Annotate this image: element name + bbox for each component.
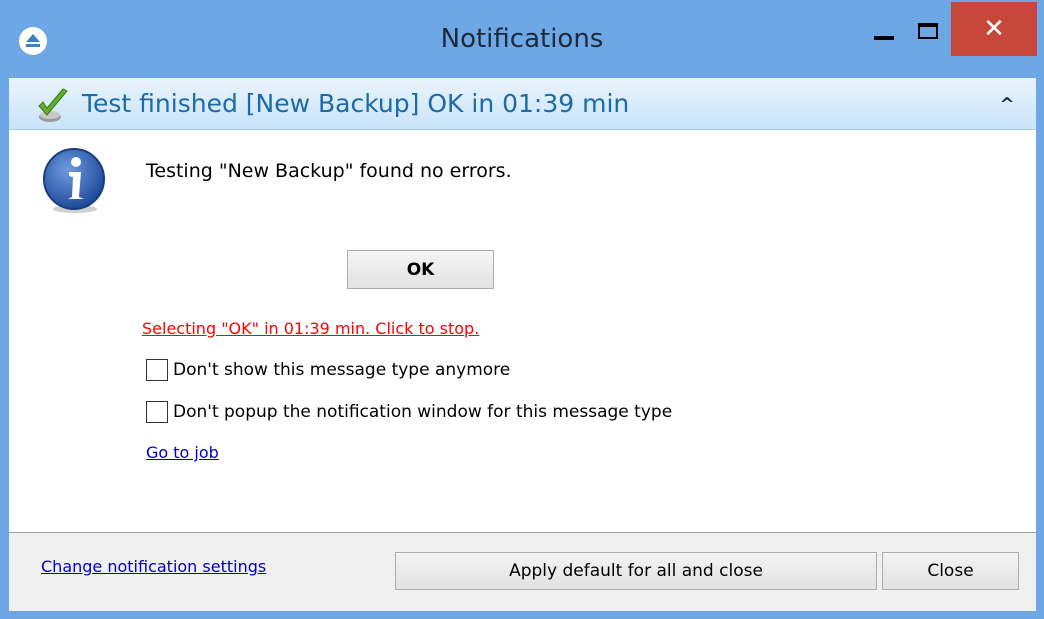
- minimize-button[interactable]: [857, 2, 913, 56]
- minimize-icon: [874, 36, 894, 40]
- footer: Change notification settings Apply defau…: [9, 533, 1036, 611]
- notifications-window: Notifications ✕ Test finished [New Backu…: [0, 0, 1044, 619]
- countdown-stop-link[interactable]: Selecting "OK" in 01:39 min. Click to st…: [142, 319, 479, 338]
- option-row-dont-show[interactable]: Don't show this message type anymore: [146, 359, 510, 381]
- go-to-job-link[interactable]: Go to job: [146, 443, 219, 462]
- notification-title: Test finished [New Backup] OK in 01:39 m…: [82, 89, 630, 118]
- dont-popup-checkbox[interactable]: [146, 401, 168, 423]
- title-bar[interactable]: Notifications ✕: [0, 0, 1044, 78]
- maximize-icon: [918, 23, 938, 39]
- chevron-up-icon[interactable]: ^: [995, 94, 1019, 115]
- ok-button[interactable]: OK: [347, 250, 494, 289]
- close-icon: ✕: [983, 14, 1005, 44]
- close-button[interactable]: Close: [882, 552, 1019, 590]
- info-icon: [43, 148, 105, 213]
- message-text: Testing "New Backup" found no errors.: [146, 160, 512, 182]
- dont-show-label[interactable]: Don't show this message type anymore: [173, 360, 510, 380]
- close-window-button[interactable]: ✕: [951, 2, 1037, 56]
- dont-show-checkbox[interactable]: [146, 359, 168, 381]
- client-area: Test finished [New Backup] OK in 01:39 m…: [9, 78, 1036, 611]
- option-row-dont-popup[interactable]: Don't popup the notification window for …: [146, 401, 672, 423]
- change-settings-link[interactable]: Change notification settings: [41, 557, 266, 576]
- apply-default-button[interactable]: Apply default for all and close: [395, 552, 877, 590]
- check-icon: [38, 88, 68, 122]
- notification-header[interactable]: Test finished [New Backup] OK in 01:39 m…: [9, 78, 1036, 130]
- dont-popup-label[interactable]: Don't popup the notification window for …: [173, 402, 672, 422]
- maximize-button[interactable]: [913, 2, 951, 56]
